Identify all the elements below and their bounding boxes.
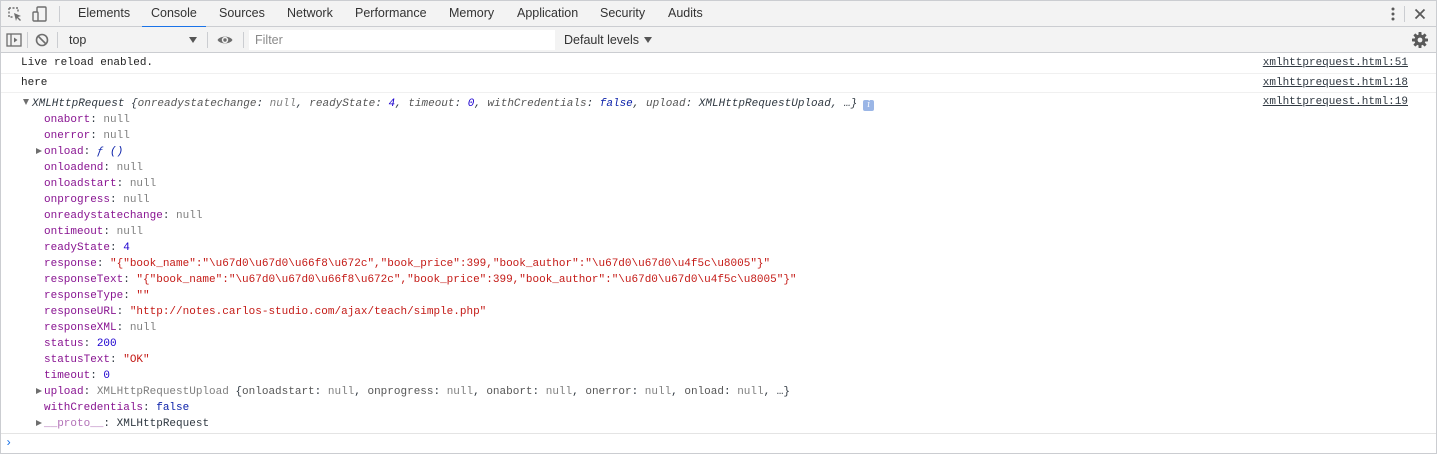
property-row-expandable[interactable]: upload: XMLHttpRequestUpload {onloadstar… (36, 384, 790, 400)
property-row: onreadystatechange: null (44, 210, 203, 222)
property-row: statusText: "OK" (44, 354, 150, 366)
live-expression-icon[interactable] (216, 31, 234, 49)
property-row: onloadstart: null (44, 178, 157, 190)
info-icon[interactable]: i (863, 100, 875, 111)
property-row-expandable[interactable]: __proto__: XMLHttpRequest (36, 416, 209, 432)
expand-triangle-icon[interactable] (23, 99, 29, 105)
source-link[interactable]: xmlhttprequest.html:18 (1263, 77, 1408, 89)
tab-label: Application (517, 6, 579, 20)
tab-console[interactable]: Console (142, 1, 206, 28)
toolbar-divider (27, 32, 28, 48)
expand-triangle-icon[interactable] (36, 148, 42, 154)
show-sidebar-icon[interactable] (5, 31, 23, 49)
object-header[interactable]: XMLHttpRequest {onreadystatechange: null… (23, 96, 875, 112)
device-toolbar-icon[interactable] (31, 5, 49, 23)
tab-label: Memory (449, 6, 495, 20)
clear-console-icon[interactable] (33, 31, 51, 49)
source-link[interactable]: xmlhttprequest.html:51 (1263, 57, 1408, 69)
console-prompt[interactable]: › (1, 433, 1436, 453)
chevron-down-icon (644, 37, 653, 43)
filter-input[interactable] (249, 30, 555, 50)
inspect-element-icon[interactable] (6, 5, 24, 23)
tab-label: Sources (219, 6, 265, 20)
toolbar-divider (1404, 6, 1405, 22)
tab-label: Elements (78, 6, 131, 20)
property-row: onloadend: null (44, 162, 144, 174)
tab-performance[interactable]: Performance (355, 1, 427, 27)
tab-label: Network (287, 6, 333, 20)
devtools-tab-bar: Elements Console Sources Network Perform… (1, 1, 1436, 28)
toolbar-divider (243, 32, 244, 48)
property-row: response: "{"book_name":"\u67d0\u67d0\u6… (44, 258, 771, 270)
prompt-chevron-icon: › (5, 436, 13, 450)
expand-triangle-icon[interactable] (36, 420, 42, 426)
tab-security[interactable]: Security (600, 1, 645, 27)
toolbar-divider (59, 6, 60, 22)
chevron-down-icon (189, 37, 197, 43)
toolbar-divider (207, 32, 208, 48)
console-toolbar: top Default levels (1, 27, 1436, 53)
tab-label: Security (600, 6, 646, 20)
tab-label: Performance (355, 6, 427, 20)
tab-memory[interactable]: Memory (449, 1, 494, 27)
property-row: status: 200 (44, 338, 117, 350)
property-row: onprogress: null (44, 194, 150, 206)
toolbar-divider (57, 32, 58, 48)
property-row: timeout: 0 (44, 370, 111, 382)
tab-elements[interactable]: Elements (78, 1, 130, 27)
property-row: onabort: null (44, 114, 130, 126)
tab-label: Audits (668, 6, 703, 20)
property-row: withCredentials: false (44, 402, 190, 414)
property-row: onerror: null (44, 130, 130, 142)
tab-audits[interactable]: Audits (668, 1, 703, 27)
context-value: top (69, 33, 87, 47)
console-message: Live reload enabled. xmlhttprequest.html… (1, 54, 1436, 74)
console-message: here xmlhttprequest.html:18 (1, 74, 1436, 93)
property-row: readyState: 4 (44, 242, 130, 254)
property-row: ontimeout: null (44, 226, 144, 238)
log-levels-label: Default levels (564, 33, 640, 47)
console-message-object: xmlhttprequest.html:19 XMLHttpRequest {o… (1, 93, 1436, 433)
log-levels-dropdown[interactable]: Default levels (564, 27, 653, 53)
close-icon[interactable] (1412, 6, 1428, 22)
settings-icon[interactable] (1411, 31, 1429, 49)
more-options-icon[interactable] (1386, 6, 1400, 22)
devtools-window: Elements Console Sources Network Perform… (0, 0, 1437, 454)
tab-network[interactable]: Network (287, 1, 333, 27)
message-text: Live reload enabled. (21, 57, 154, 69)
source-link[interactable]: xmlhttprequest.html:19 (1263, 96, 1408, 108)
tab-application[interactable]: Application (517, 1, 578, 27)
property-row: responseType: "" (44, 290, 150, 302)
property-row-expandable[interactable]: onload: ƒ () (36, 144, 123, 160)
tab-label: Console (151, 6, 197, 20)
property-row: responseURL: "http://notes.carlos-studio… (44, 306, 487, 318)
property-row: responseXML: null (44, 322, 157, 334)
expand-triangle-icon[interactable] (36, 388, 42, 394)
property-row: responseText: "{"book_name":"\u67d0\u67d… (44, 274, 797, 286)
message-text: here (21, 77, 48, 89)
console-messages: Live reload enabled. xmlhttprequest.html… (1, 54, 1436, 434)
tab-sources[interactable]: Sources (219, 1, 265, 27)
context-selector[interactable]: top (63, 30, 203, 50)
object-summary: XMLHttpRequest {onreadystatechange: null… (32, 98, 858, 110)
